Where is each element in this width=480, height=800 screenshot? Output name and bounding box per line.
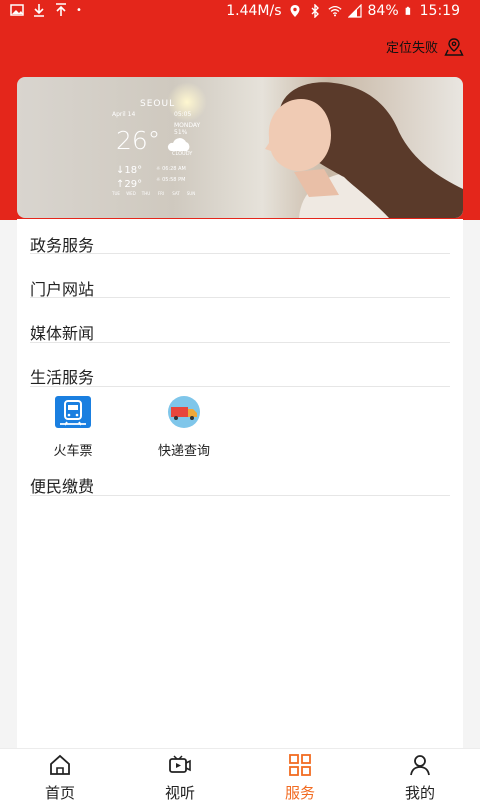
forecast-day: WED — [126, 191, 136, 196]
weather-low-value: 18° — [124, 165, 143, 176]
section-government-services[interactable]: 政务服务 — [30, 232, 450, 255]
service-list-card: 政务服务 门户网站 媒体新闻 生活服务 火车票 快递查询 便民缴费 — [17, 219, 463, 748]
weather-day: MONDAY 51% — [174, 122, 200, 136]
video-icon — [169, 755, 191, 773]
weather-city: SEOUL — [140, 99, 176, 109]
tab-home[interactable]: 首页 — [0, 749, 120, 800]
section-title: 生活服务 — [30, 368, 95, 387]
download-icon — [34, 4, 44, 17]
bottom-tab-bar: 首页 视听 服务 我的 — [0, 748, 480, 800]
tab-video[interactable]: 视听 — [120, 749, 240, 800]
train-ticket-item[interactable]: 火车票 — [33, 396, 113, 459]
section-media-news[interactable]: 媒体新闻 — [30, 320, 450, 343]
tab-profile-label: 我的 — [404, 784, 435, 800]
status-bar: • 1.44M/s 84% 15:19 — [0, 0, 480, 24]
forecast-day: TUE — [112, 191, 120, 196]
tab-services[interactable]: 服务 — [240, 749, 360, 800]
weather-day-label: MONDAY — [174, 122, 201, 129]
forecast-day: THU — [141, 191, 151, 196]
weather-high: ↑29° — [116, 179, 143, 190]
train-icon — [55, 396, 91, 428]
weather-sunset-value: 05:58 PM — [162, 177, 186, 183]
section-utility-payments[interactable]: 便民缴费 — [30, 473, 450, 496]
forecast-day: SAT — [172, 191, 180, 196]
location-label: 定位失败 — [385, 41, 438, 56]
weather-condition: CLOUDY — [172, 151, 193, 157]
upload-icon — [56, 3, 66, 16]
weather-sunrise: ☼ 06:28 AM — [156, 166, 186, 172]
weather-widget: SEOUL April 14 05:05 26° MONDAY 51% CLOUD… — [110, 99, 200, 207]
delivery-truck-icon — [168, 396, 200, 428]
section-title: 便民缴费 — [30, 477, 95, 496]
section-title: 政务服务 — [30, 236, 95, 255]
weather-date-right: 05:05 — [174, 111, 192, 118]
forecast-day: SUN — [186, 191, 196, 196]
weather-high-value: 29° — [124, 179, 143, 190]
tab-services-label: 服务 — [284, 784, 315, 800]
bluetooth-icon — [311, 4, 319, 18]
promo-banner[interactable]: SEOUL April 14 05:05 26° MONDAY 51% CLOUD… — [17, 77, 463, 218]
section-title: 媒体新闻 — [30, 324, 95, 343]
weather-sunset: ☼ 05:58 PM — [156, 177, 186, 183]
section-life-services[interactable]: 生活服务 — [30, 364, 450, 387]
network-speed: 1.44M/s — [226, 3, 282, 19]
weather-forecast: TUE WED THU FRI SAT SUN — [110, 191, 197, 196]
weather-low: ↓18° — [116, 165, 143, 176]
weather-temperature: 26° — [116, 126, 161, 155]
tab-home-label: 首页 — [44, 784, 75, 800]
dot-icon: • — [76, 4, 82, 16]
section-portal-sites[interactable]: 门户网站 — [30, 276, 450, 299]
forecast-day: FRI — [157, 191, 165, 196]
wifi-icon — [327, 5, 342, 17]
home-icon — [50, 754, 70, 775]
train-ticket-label: 火车票 — [53, 444, 93, 459]
weather-sunrise-value: 06:28 AM — [162, 166, 186, 172]
tab-profile[interactable]: 我的 — [360, 749, 480, 800]
clock: 15:19 — [419, 3, 460, 19]
weather-date: April 14 — [112, 111, 136, 118]
signal-icon — [347, 4, 362, 18]
image-icon — [10, 4, 24, 16]
weather-humidity: 51% — [174, 129, 188, 136]
tab-video-label: 视听 — [164, 784, 195, 800]
section-title: 门户网站 — [30, 280, 95, 299]
express-tracking-item[interactable]: 快递查询 — [144, 396, 224, 459]
location-icon — [290, 5, 300, 17]
location-pin-icon — [444, 37, 464, 56]
battery-icon — [405, 6, 410, 15]
woman-portrait-image — [265, 82, 463, 218]
battery-level: 84% — [367, 3, 399, 19]
user-icon — [410, 755, 430, 776]
express-tracking-label: 快递查询 — [157, 444, 210, 459]
location-button[interactable]: 定位失败 — [386, 37, 464, 56]
grid-icon — [289, 754, 311, 776]
cloud-icon — [167, 138, 190, 151]
